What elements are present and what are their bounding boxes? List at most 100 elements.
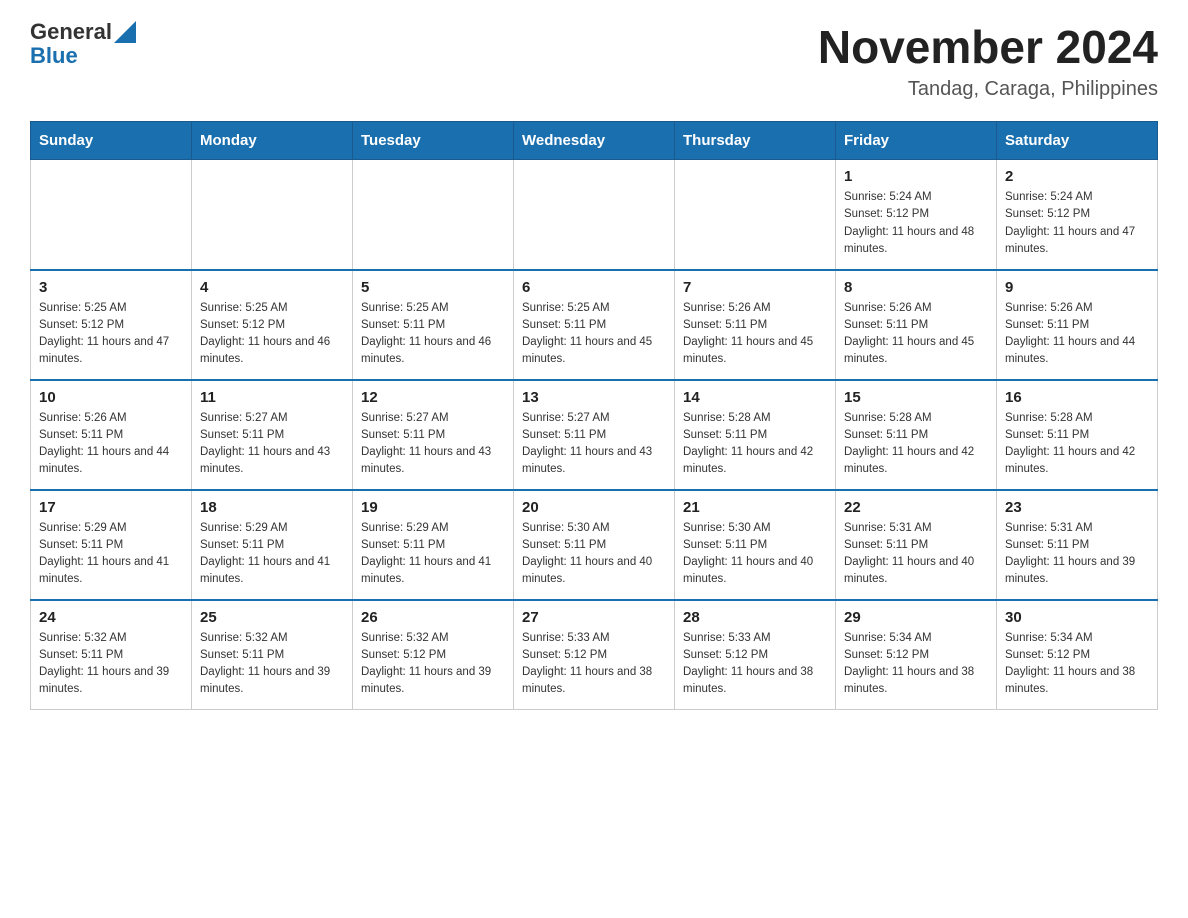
day-info: Sunrise: 5:31 AMSunset: 5:11 PMDaylight:… (844, 520, 988, 589)
day-number: 4 (200, 279, 344, 296)
calendar-day-4: 4 Sunrise: 5:25 AMSunset: 5:12 PMDaylight… (192, 270, 353, 380)
calendar-day-29: 29 Sunrise: 5:34 AMSunset: 5:12 PMDayligh… (836, 600, 997, 710)
day-number: 9 (1005, 279, 1149, 296)
weekday-header-tuesday: Tuesday (353, 122, 514, 160)
calendar-day-19: 19 Sunrise: 5:29 AMSunset: 5:11 PMDayligh… (353, 490, 514, 600)
calendar-day-20: 20 Sunrise: 5:30 AMSunset: 5:11 PMDayligh… (514, 490, 675, 600)
day-number: 18 (200, 499, 344, 516)
day-info: Sunrise: 5:25 AMSunset: 5:12 PMDaylight:… (200, 300, 344, 369)
day-info: Sunrise: 5:33 AMSunset: 5:12 PMDaylight:… (683, 630, 827, 699)
empty-cell (31, 160, 192, 270)
day-number: 29 (844, 609, 988, 626)
day-number: 3 (39, 279, 183, 296)
calendar-day-17: 17 Sunrise: 5:29 AMSunset: 5:11 PMDayligh… (31, 490, 192, 600)
calendar-day-18: 18 Sunrise: 5:29 AMSunset: 5:11 PMDayligh… (192, 490, 353, 600)
calendar-day-3: 3 Sunrise: 5:25 AMSunset: 5:12 PMDaylight… (31, 270, 192, 380)
day-info: Sunrise: 5:30 AMSunset: 5:11 PMDaylight:… (522, 520, 666, 589)
day-info: Sunrise: 5:29 AMSunset: 5:11 PMDaylight:… (200, 520, 344, 589)
logo-general: General (30, 20, 112, 44)
day-info: Sunrise: 5:32 AMSunset: 5:11 PMDaylight:… (39, 630, 183, 699)
day-info: Sunrise: 5:27 AMSunset: 5:11 PMDaylight:… (200, 410, 344, 479)
location: Tandag, Caraga, Philippines (818, 78, 1158, 101)
day-info: Sunrise: 5:24 AMSunset: 5:12 PMDaylight:… (844, 189, 988, 258)
day-number: 11 (200, 389, 344, 406)
day-number: 24 (39, 609, 183, 626)
day-number: 1 (844, 168, 988, 185)
calendar-week-2: 3 Sunrise: 5:25 AMSunset: 5:12 PMDaylight… (31, 270, 1158, 380)
day-info: Sunrise: 5:29 AMSunset: 5:11 PMDaylight:… (39, 520, 183, 589)
day-number: 15 (844, 389, 988, 406)
day-info: Sunrise: 5:27 AMSunset: 5:11 PMDaylight:… (522, 410, 666, 479)
day-info: Sunrise: 5:33 AMSunset: 5:12 PMDaylight:… (522, 630, 666, 699)
weekday-header-row: SundayMondayTuesdayWednesdayThursdayFrid… (31, 122, 1158, 160)
day-number: 26 (361, 609, 505, 626)
day-number: 13 (522, 389, 666, 406)
day-number: 6 (522, 279, 666, 296)
day-number: 23 (1005, 499, 1149, 516)
day-info: Sunrise: 5:28 AMSunset: 5:11 PMDaylight:… (683, 410, 827, 479)
weekday-header-friday: Friday (836, 122, 997, 160)
calendar-day-23: 23 Sunrise: 5:31 AMSunset: 5:11 PMDayligh… (997, 490, 1158, 600)
calendar-day-9: 9 Sunrise: 5:26 AMSunset: 5:11 PMDaylight… (997, 270, 1158, 380)
day-info: Sunrise: 5:25 AMSunset: 5:12 PMDaylight:… (39, 300, 183, 369)
logo: General Blue (30, 20, 136, 68)
weekday-header-sunday: Sunday (31, 122, 192, 160)
page-header: General Blue November 2024 Tandag, Carag… (30, 20, 1158, 101)
day-info: Sunrise: 5:24 AMSunset: 5:12 PMDaylight:… (1005, 189, 1149, 258)
day-info: Sunrise: 5:32 AMSunset: 5:11 PMDaylight:… (200, 630, 344, 699)
day-number: 17 (39, 499, 183, 516)
logo-blue: Blue (30, 44, 136, 68)
day-number: 28 (683, 609, 827, 626)
day-number: 5 (361, 279, 505, 296)
day-info: Sunrise: 5:25 AMSunset: 5:11 PMDaylight:… (522, 300, 666, 369)
day-info: Sunrise: 5:26 AMSunset: 5:11 PMDaylight:… (683, 300, 827, 369)
calendar-day-25: 25 Sunrise: 5:32 AMSunset: 5:11 PMDayligh… (192, 600, 353, 710)
empty-cell (353, 160, 514, 270)
day-info: Sunrise: 5:29 AMSunset: 5:11 PMDaylight:… (361, 520, 505, 589)
month-title: November 2024 (818, 20, 1158, 74)
day-number: 7 (683, 279, 827, 296)
calendar-day-14: 14 Sunrise: 5:28 AMSunset: 5:11 PMDayligh… (675, 380, 836, 490)
weekday-header-saturday: Saturday (997, 122, 1158, 160)
calendar-week-4: 17 Sunrise: 5:29 AMSunset: 5:11 PMDayligh… (31, 490, 1158, 600)
day-info: Sunrise: 5:31 AMSunset: 5:11 PMDaylight:… (1005, 520, 1149, 589)
day-number: 19 (361, 499, 505, 516)
calendar-day-22: 22 Sunrise: 5:31 AMSunset: 5:11 PMDayligh… (836, 490, 997, 600)
empty-cell (514, 160, 675, 270)
weekday-header-monday: Monday (192, 122, 353, 160)
day-number: 14 (683, 389, 827, 406)
calendar-day-10: 10Sunrise: 5:26 AMSunset: 5:11 PMDayligh… (31, 380, 192, 490)
calendar-week-5: 24 Sunrise: 5:32 AMSunset: 5:11 PMDayligh… (31, 600, 1158, 710)
calendar-week-1: 1 Sunrise: 5:24 AMSunset: 5:12 PMDaylight… (31, 160, 1158, 270)
calendar-day-13: 13 Sunrise: 5:27 AMSunset: 5:11 PMDayligh… (514, 380, 675, 490)
calendar-day-27: 27Sunrise: 5:33 AMSunset: 5:12 PMDayligh… (514, 600, 675, 710)
day-info: Sunrise: 5:26 AMSunset: 5:11 PMDaylight:… (1005, 300, 1149, 369)
day-number: 12 (361, 389, 505, 406)
day-info: Sunrise: 5:28 AMSunset: 5:11 PMDaylight:… (844, 410, 988, 479)
day-number: 16 (1005, 389, 1149, 406)
day-info: Sunrise: 5:27 AMSunset: 5:11 PMDaylight:… (361, 410, 505, 479)
calendar-day-21: 21Sunrise: 5:30 AMSunset: 5:11 PMDayligh… (675, 490, 836, 600)
calendar-day-28: 28 Sunrise: 5:33 AMSunset: 5:12 PMDayligh… (675, 600, 836, 710)
day-number: 25 (200, 609, 344, 626)
calendar-day-26: 26 Sunrise: 5:32 AMSunset: 5:12 PMDayligh… (353, 600, 514, 710)
calendar-day-6: 6 Sunrise: 5:25 AMSunset: 5:11 PMDaylight… (514, 270, 675, 380)
empty-cell (675, 160, 836, 270)
title-section: November 2024 Tandag, Caraga, Philippine… (818, 20, 1158, 101)
day-info: Sunrise: 5:28 AMSunset: 5:11 PMDaylight:… (1005, 410, 1149, 479)
day-number: 21 (683, 499, 827, 516)
empty-cell (192, 160, 353, 270)
day-number: 20 (522, 499, 666, 516)
calendar-day-2: 2 Sunrise: 5:24 AMSunset: 5:12 PMDaylight… (997, 160, 1158, 270)
day-info: Sunrise: 5:32 AMSunset: 5:12 PMDaylight:… (361, 630, 505, 699)
logo-triangle-icon (114, 21, 136, 43)
day-number: 30 (1005, 609, 1149, 626)
day-info: Sunrise: 5:25 AMSunset: 5:11 PMDaylight:… (361, 300, 505, 369)
day-info: Sunrise: 5:26 AMSunset: 5:11 PMDaylight:… (39, 410, 183, 479)
calendar-day-30: 30Sunrise: 5:34 AMSunset: 5:12 PMDayligh… (997, 600, 1158, 710)
weekday-header-wednesday: Wednesday (514, 122, 675, 160)
calendar-day-1: 1 Sunrise: 5:24 AMSunset: 5:12 PMDaylight… (836, 160, 997, 270)
day-info: Sunrise: 5:34 AMSunset: 5:12 PMDaylight:… (844, 630, 988, 699)
day-number: 22 (844, 499, 988, 516)
day-number: 2 (1005, 168, 1149, 185)
